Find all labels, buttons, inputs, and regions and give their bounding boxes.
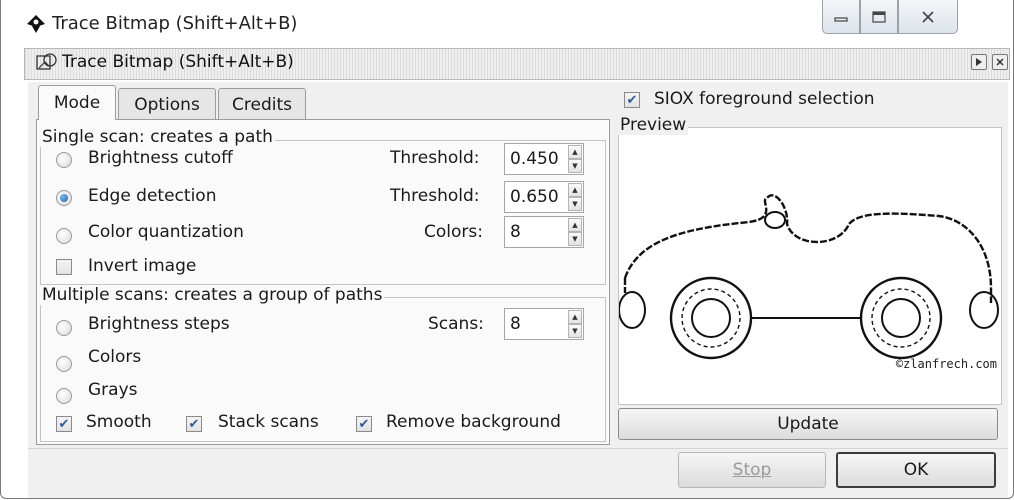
edge-threshold-value: 0.650: [510, 187, 559, 207]
close-icon: [996, 58, 1004, 66]
dock-iconify-button[interactable]: [971, 54, 987, 70]
spin-up-icon[interactable]: ▲: [568, 183, 582, 197]
tab-credits-label: Credits: [232, 94, 292, 115]
brightness-cutoff-radio[interactable]: [56, 152, 72, 168]
dock-close-button[interactable]: [992, 54, 1008, 70]
update-button-label: Update: [777, 414, 839, 434]
window-caption-buttons: [822, 0, 958, 36]
edge-threshold-spinbox[interactable]: 0.650 ▲ ▼: [504, 181, 584, 213]
stack-scans-checkbox[interactable]: ✔: [186, 416, 202, 432]
grays-label: Grays: [88, 380, 138, 400]
scans-count-label: Scans:: [428, 314, 484, 334]
color-quantization-label: Color quantization: [88, 222, 244, 242]
minimize-icon: [834, 16, 848, 22]
single-scan-legend: Single scan: creates a path: [40, 127, 275, 147]
stack-scans-label: Stack scans: [218, 412, 319, 432]
spin-up-icon[interactable]: ▲: [568, 145, 582, 159]
brightness-cutoff-label: Brightness cutoff: [88, 148, 233, 168]
stop-button[interactable]: Stop: [678, 452, 826, 488]
tab-mode-label: Mode: [53, 93, 101, 113]
brightness-threshold-label: Threshold:: [390, 148, 480, 168]
spin-up-icon[interactable]: ▲: [568, 310, 582, 324]
edge-threshold-label: Threshold:: [390, 186, 480, 206]
colors-count-spinbox[interactable]: 8 ▲ ▼: [504, 216, 584, 248]
remove-background-label: Remove background: [386, 412, 561, 432]
color-quantization-radio[interactable]: [56, 228, 72, 244]
maximize-button[interactable]: [860, 0, 898, 34]
brightness-steps-radio[interactable]: [56, 320, 72, 336]
trace-bitmap-icon: [36, 53, 57, 70]
colors-label: Colors: [88, 347, 142, 367]
brightness-steps-label: Brightness steps: [88, 314, 230, 334]
dock-title-text: Trace Bitmap (Shift+Alt+B): [62, 52, 294, 72]
stop-button-label: Stop: [732, 460, 772, 480]
brightness-threshold-value: 0.450: [510, 149, 559, 169]
multiple-scans-legend: Multiple scans: creates a group of paths: [40, 285, 385, 305]
spin-down-icon[interactable]: ▼: [568, 324, 582, 338]
preview-watermark: ©zlanfrech.com: [895, 357, 997, 371]
window-title: Trace Bitmap (Shift+Alt+B): [52, 13, 298, 34]
tab-credits[interactable]: Credits: [218, 88, 306, 120]
update-button[interactable]: Update: [618, 408, 998, 440]
ok-button[interactable]: OK: [836, 452, 996, 488]
maximize-icon: [872, 10, 886, 23]
scans-count-spinbox[interactable]: 8 ▲ ▼: [504, 308, 584, 340]
brightness-threshold-spinbox[interactable]: 0.450 ▲ ▼: [504, 143, 584, 175]
colors-count-label: Colors:: [424, 222, 483, 242]
spin-down-icon[interactable]: ▼: [568, 159, 582, 173]
spin-down-icon[interactable]: ▼: [568, 232, 582, 246]
smooth-label: Smooth: [86, 412, 152, 432]
button-separator: [28, 448, 1008, 449]
scans-count-value: 8: [510, 314, 521, 334]
siox-label: SIOX foreground selection: [654, 89, 875, 109]
minimize-button[interactable]: [822, 0, 860, 34]
inkscape-icon: [27, 15, 45, 33]
remove-background-checkbox[interactable]: ✔: [356, 416, 372, 432]
preview-legend: Preview: [618, 115, 689, 135]
colors-radio[interactable]: [56, 356, 72, 372]
tab-options-label: Options: [134, 94, 200, 115]
dock-title: Trace Bitmap (Shift+Alt+B): [36, 52, 294, 72]
siox-checkbox[interactable]: ✔: [624, 92, 640, 108]
close-icon: [922, 10, 934, 23]
preview-frame: ©zlanfrech.com: [618, 127, 1002, 405]
invert-image-label: Invert image: [88, 256, 197, 276]
ok-button-label: OK: [903, 460, 929, 480]
colors-count-value: 8: [510, 222, 521, 242]
edge-detection-radio[interactable]: [56, 190, 72, 206]
play-icon: [976, 58, 982, 66]
tab-mode[interactable]: Mode: [38, 85, 116, 120]
grays-radio[interactable]: [56, 388, 72, 404]
spin-down-icon[interactable]: ▼: [568, 197, 582, 211]
invert-image-checkbox[interactable]: [56, 259, 72, 275]
spin-up-icon[interactable]: ▲: [568, 218, 582, 232]
edge-detection-label: Edge detection: [88, 186, 217, 206]
close-button[interactable]: [898, 0, 958, 34]
tab-options[interactable]: Options: [118, 88, 216, 120]
smooth-checkbox[interactable]: ✔: [56, 416, 72, 432]
